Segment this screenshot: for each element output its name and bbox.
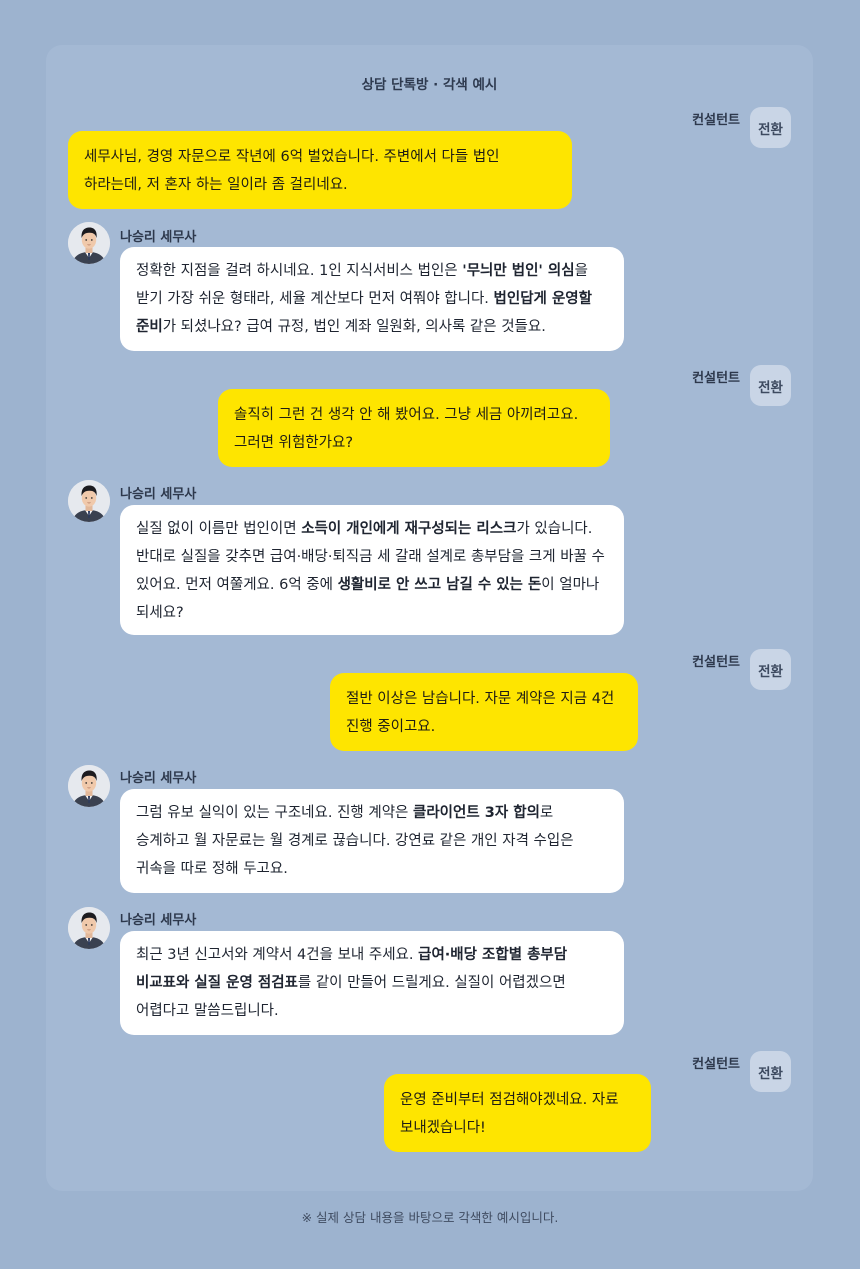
message-text: 그럼 유보 실익이 있는 구조네요. 진행 계약은: [136, 805, 413, 821]
advisor-message-bubble: 최근 3년 신고서와 계약서 4건을 보내 주세요. 급여·배당 조합별 총부담…: [120, 931, 624, 1035]
consultant-name: 컨설턴트: [692, 113, 740, 128]
advisor-message-bubble: 정확한 지점을 걸려 하시네요. 1인 지식서비스 법인은 '무늬만 법인' 의…: [120, 247, 624, 351]
chat-title: 상담 단톡방 · 각색 예시: [361, 77, 498, 93]
message-text: 정확한 지점을 걸려 하시네요. 1인 지식서비스 법인은: [136, 263, 463, 279]
message-emphasis: 소득이 개인에게 재구성되는 리스크: [301, 521, 517, 537]
advisor-portrait-icon: [68, 480, 110, 522]
consultant-tag-badge: 전환: [750, 107, 791, 148]
advisor-message-bubble: 실질 없이 이름만 법인이면 소득이 개인에게 재구성되는 리스크가 있습니다.…: [120, 505, 624, 635]
message-text: 가 되셨나요? 급여 규정, 법인 계좌 일원화, 의사록 같은 것들요.: [162, 319, 546, 335]
footer-note: ※ 실제 상담 내용을 바탕으로 각색한 예시입니다.: [301, 1210, 559, 1225]
advisor-avatar: [68, 222, 110, 264]
message-text: 세무사님, 경영 자문으로 작년에 6억 벌었습니다. 주변에서 다들 법인 하…: [84, 149, 500, 193]
consultant-message-bubble: 솔직히 그런 건 생각 안 해 봤어요. 그냥 세금 아끼려고요. 그러면 위험…: [218, 389, 610, 467]
advisor-message-bubble: 그럼 유보 실익이 있는 구조네요. 진행 계약은 클라이언트 3자 합의로 승…: [120, 789, 624, 893]
consultant-name: 컨설턴트: [692, 371, 740, 386]
consultant-name: 컨설턴트: [692, 1057, 740, 1072]
consultant-message-bubble: 세무사님, 경영 자문으로 작년에 6억 벌었습니다. 주변에서 다들 법인 하…: [68, 131, 572, 209]
message-text: 절반 이상은 남습니다. 자문 계약은 지금 4건 진행 중이고요.: [346, 691, 615, 735]
consultant-tag-badge: 전환: [750, 649, 791, 690]
consultant-tag-badge: 전환: [750, 365, 791, 406]
message-text: 실질 없이 이름만 법인이면: [136, 521, 302, 537]
advisor-portrait-icon: [68, 222, 110, 264]
advisor-portrait-icon: [68, 907, 110, 949]
advisor-avatar: [68, 765, 110, 807]
advisor-name: 나승리 세무사: [120, 771, 197, 786]
message-text: 솔직히 그런 건 생각 안 해 봤어요. 그냥 세금 아끼려고요. 그러면 위험…: [234, 407, 579, 451]
consultant-message-bubble: 운영 준비부터 점검해야겠네요. 자료 보내겠습니다!: [384, 1074, 651, 1152]
advisor-name: 나승리 세무사: [120, 230, 197, 245]
advisor-avatar: [68, 480, 110, 522]
message-emphasis: 클라이언트 3자 합의: [413, 805, 540, 821]
consultant-message-bubble: 절반 이상은 남습니다. 자문 계약은 지금 4건 진행 중이고요.: [330, 673, 638, 751]
message-emphasis: 생활비로 안 쓰고 남길 수 있는 돈: [337, 577, 542, 593]
message-text: 운영 준비부터 점검해야겠네요. 자료 보내겠습니다!: [400, 1092, 619, 1136]
advisor-portrait-icon: [68, 765, 110, 807]
message-emphasis: '무늬만 법인' 의심: [462, 263, 575, 279]
advisor-avatar: [68, 907, 110, 949]
consultant-tag-badge: 전환: [750, 1051, 791, 1092]
advisor-name: 나승리 세무사: [120, 487, 197, 502]
consultant-name: 컨설턴트: [692, 655, 740, 670]
message-text: 최근 3년 신고서와 계약서 4건을 보내 주세요.: [136, 947, 419, 963]
advisor-name: 나승리 세무사: [120, 913, 197, 928]
